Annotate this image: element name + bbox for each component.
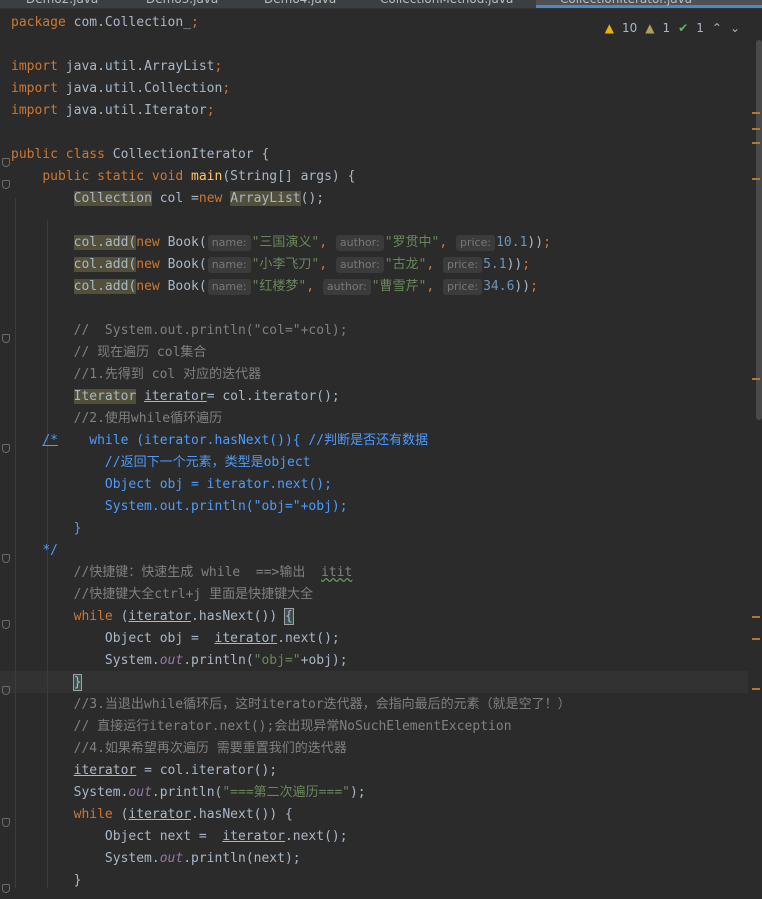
code-line-11: col.add(new Book(name: "三国演义", author: "罗贯… [73,235,551,251]
code-line-28: while (iterator.hasNext()) { [73,608,294,625]
typo-count: 1 [696,21,704,35]
fold-icon[interactable] [2,444,10,453]
code-line-38: Object next = iterator.next(); [104,829,348,844]
fold-icon[interactable] [2,686,10,695]
current-line-highlight [0,671,748,693]
code-line-12: col.add(new Book(name: "小李飞刀", author: "古龙… [73,257,531,273]
warning-icon: ▲ [604,21,615,35]
warning-stripe[interactable] [752,112,760,114]
warning-count: 10 [622,21,638,35]
code-line-27: //快捷键大全ctrl+j 里面是快捷键大全 [73,587,314,602]
code-line-26: //快捷键：快速生成 while ==>输出 itit [73,565,353,580]
code-line-19: //2.使用while循环遍历 [73,411,223,426]
tab-demo2[interactable]: Demo2.java [26,0,98,8]
code-line-34: //4.如果希望再次遍历 需要重置我们的迭代器 [73,741,347,756]
code-line-17: //1.先得到 col 对应的迭代器 [73,367,262,382]
code-line-36: System.out.println("===第二次遍历==="); [73,785,366,800]
code-line-13: col.add(new Book(name: "红楼梦", author: "曹雪芹… [73,279,538,295]
code-line-7: public class CollectionIterator { [11,147,270,162]
code-line-31: } [72,674,83,691]
code-line-40: } [73,873,82,888]
code-line-3: import java.util.ArrayList; [11,59,223,74]
typo-check-icon: ✔ [678,21,689,35]
fold-icon[interactable] [2,158,10,167]
fold-icon[interactable] [2,620,10,629]
code-line-33: // 直接运行iterator.next();会出现异常NoSuchElemen… [73,719,512,734]
fold-icon[interactable] [2,554,10,563]
code-line-30: System.out.println("obj="+obj); [104,653,348,668]
code-line-21: //返回下一个元素，类型是object [42,455,311,470]
tab-demo4[interactable]: Demo4.java [264,0,336,8]
code-line-35: iterator = col.iterator(); [73,763,278,778]
code-line-5: import java.util.Iterator; [11,103,215,118]
warning-stripe[interactable] [752,178,760,180]
fold-icon[interactable] [2,818,10,827]
vertical-scrollbar[interactable] [756,40,762,420]
fold-icon[interactable] [2,334,10,343]
code-line-24: } [42,521,82,536]
code-line-29: Object obj = iterator.next(); [104,631,340,646]
inspection-widget[interactable]: ▲ 10 ▲ 1 ✔ 1 ⌃ ⌄ [605,18,740,38]
code-line-1: package com.Collection_; [11,15,199,30]
code-line-37: while (iterator.hasNext()) { [73,807,293,822]
code-editor[interactable]: ▲ 10 ▲ 1 ✔ 1 ⌃ ⌄ package com.Collection_; i… [0,8,762,899]
code-line-25: */ [42,543,58,558]
code-line-15: // System.out.println("col="+col); [73,323,348,338]
weak-warning-count: 1 [662,21,671,35]
warning-stripe[interactable] [752,638,760,640]
warning-stripe[interactable] [752,128,760,130]
code-line-20: /* while (iterator.hasNext()){ //判断是否还有数… [42,433,429,448]
warning-stripe[interactable] [752,688,760,690]
tab-demo3[interactable]: Demo3.java [146,0,218,8]
code-line-16: // 现在遍历 col集合 [73,345,207,360]
code-line-4: import java.util.Collection; [11,81,231,96]
code-line-22: Object obj = iterator.next(); [42,477,332,492]
code-line-18: Iterator iterator= col.iterator(); [73,389,340,404]
warning-stripe[interactable] [752,142,760,144]
code-line-23: System.out.println("obj="+obj); [42,499,348,514]
tab-collection-iterator[interactable]: CollectionIterator.java [536,0,762,8]
tab-collection-method[interactable]: CollectionMethod.java [380,0,513,8]
fold-icon[interactable] [2,180,10,189]
code-line-39: System.out.println(next); [104,851,301,866]
warning-stripe[interactable] [752,378,760,380]
code-line-9: Collection col =new ArrayList(); [73,191,325,206]
chevron-down-icon[interactable]: ⌄ [730,21,740,35]
weak-warning-icon: ▲ [645,21,655,35]
chevron-up-icon[interactable]: ⌃ [712,21,722,35]
warning-stripe[interactable] [752,616,760,618]
fold-icon[interactable] [2,884,10,893]
code-line-8: public static void main(String[] args) { [42,169,356,184]
code-line-32: //3.当退出while循环后，这时iterator迭代器，会指向最后的元素（就… [73,697,571,712]
